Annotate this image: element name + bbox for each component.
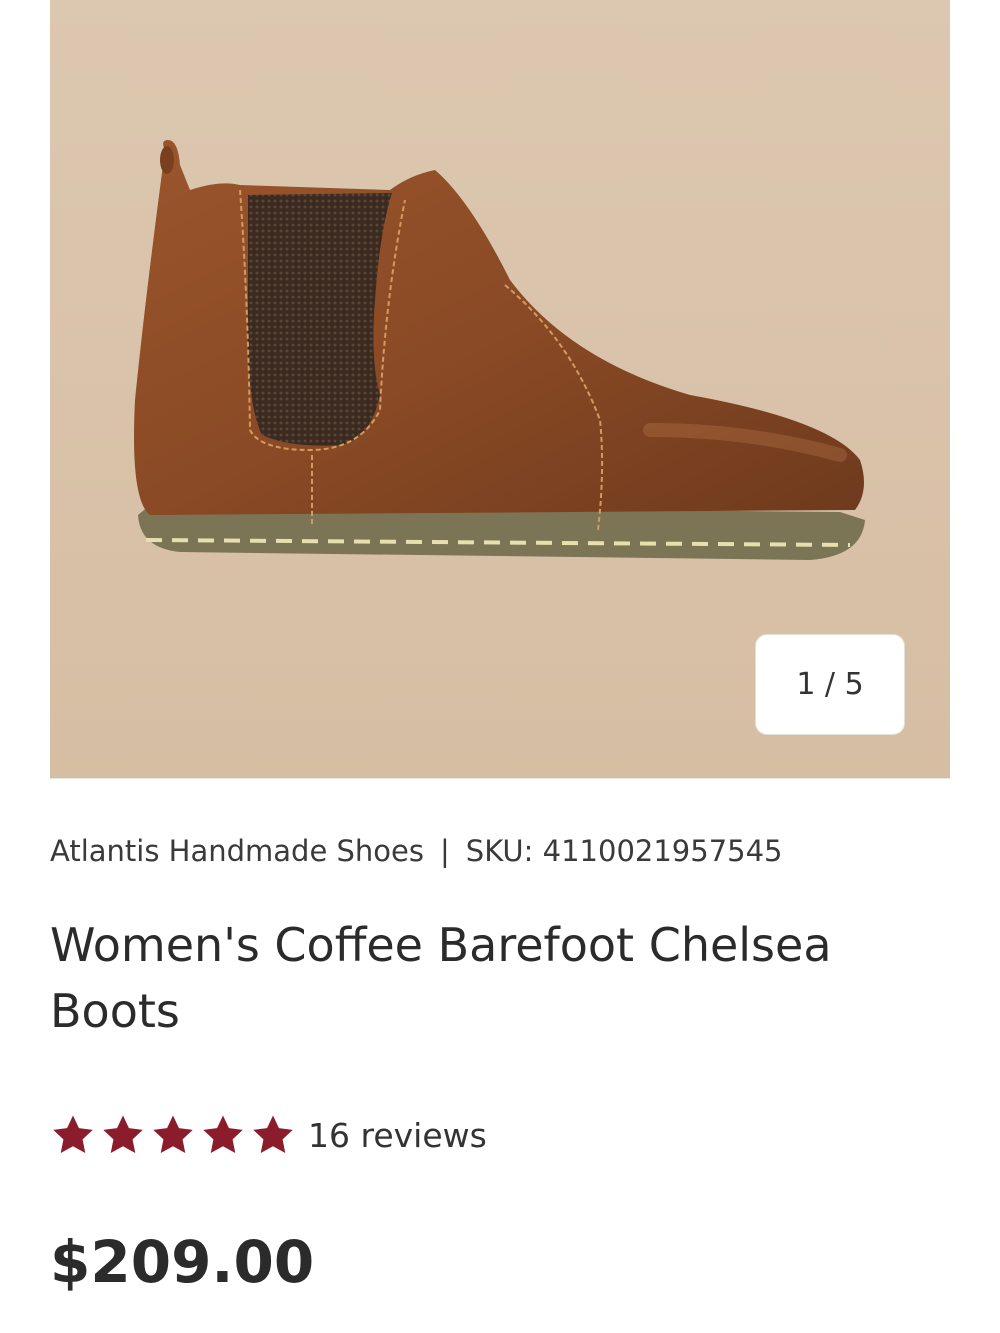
meta-separator: | xyxy=(440,834,450,868)
product-meta: Atlantis Handmade Shoes | SKU: 41100219575… xyxy=(50,834,783,868)
reviews-link[interactable]: 16 reviews xyxy=(308,1116,487,1155)
product-image-gallery[interactable]: 1 / 5 xyxy=(50,0,950,779)
star-icon xyxy=(253,1115,293,1154)
star-icon xyxy=(153,1115,193,1154)
star-rating xyxy=(50,1112,296,1158)
sku-label: SKU: 4110021957545 xyxy=(465,834,783,868)
product-price: $209.00 xyxy=(50,1228,315,1296)
brand-name[interactable]: Atlantis Handmade Shoes xyxy=(50,834,424,868)
image-counter: 1 / 5 xyxy=(755,634,905,735)
star-icon xyxy=(203,1115,243,1154)
product-title: Women's Coffee Barefoot Chelsea Boots xyxy=(50,918,832,1038)
rating-summary[interactable]: 16 reviews xyxy=(50,1110,487,1160)
star-icon xyxy=(103,1115,143,1154)
star-icon xyxy=(53,1115,93,1154)
